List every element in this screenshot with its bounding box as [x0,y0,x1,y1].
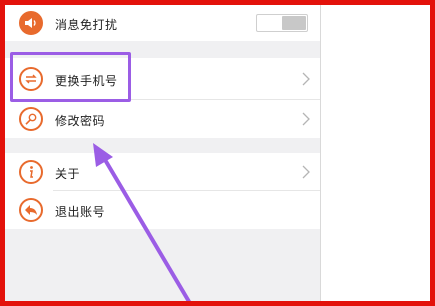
screenshot-frame: 消息免打扰 更换手机号 修改密码 关于 退出账号 [0,0,435,306]
setting-row-logout[interactable]: 退出账号 [5,191,320,229]
setting-label: 消息免打扰 [55,18,118,32]
speaker-icon [19,11,43,35]
setting-label: 退出账号 [55,205,106,219]
back-arrow-icon [19,198,43,222]
detail-pane [321,5,430,301]
settings-list: 消息免打扰 更换手机号 修改密码 关于 退出账号 [5,5,320,301]
setting-label: 修改密码 [55,114,106,128]
toggle-knob [282,16,306,30]
chevron-right-icon [302,165,310,179]
highlight-box [10,52,131,102]
setting-row-do-not-disturb[interactable]: 消息免打扰 [5,5,320,41]
key-icon [19,107,43,131]
do-not-disturb-toggle[interactable] [256,14,308,32]
info-icon [19,160,43,184]
chevron-right-icon [302,72,310,86]
setting-row-change-password[interactable]: 修改密码 [5,100,320,138]
chevron-right-icon [302,112,310,126]
setting-row-about[interactable]: 关于 [5,153,320,191]
setting-label: 关于 [55,167,81,181]
